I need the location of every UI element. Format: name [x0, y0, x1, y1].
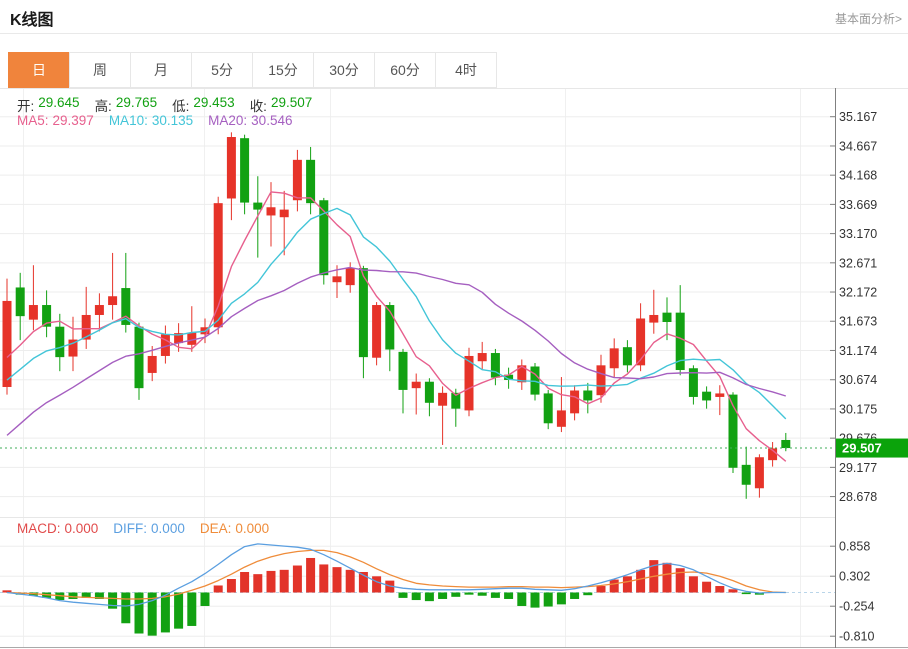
svg-text:31.673: 31.673: [839, 315, 877, 329]
ma20-legend: MA20:30.546: [208, 113, 292, 128]
ohlc-open: 开:29.645: [17, 95, 80, 115]
svg-text:0.302: 0.302: [839, 570, 870, 584]
tab-weekly[interactable]: 周: [69, 52, 131, 88]
tab-4hour[interactable]: 4时: [435, 52, 497, 88]
page-title: K线图: [10, 6, 54, 30]
svg-text:32.172: 32.172: [839, 286, 877, 300]
ohlc-low: 低:29.453: [172, 95, 235, 115]
svg-text:28.678: 28.678: [839, 490, 877, 504]
svg-text:34.168: 34.168: [839, 169, 877, 183]
fundamental-analysis-link[interactable]: 基本面分析>: [835, 10, 902, 27]
svg-text:0.858: 0.858: [839, 540, 870, 554]
svg-text:29.507: 29.507: [842, 441, 882, 456]
ma5-legend: MA5:29.397: [17, 113, 94, 128]
svg-text:29.177: 29.177: [839, 461, 877, 475]
svg-text:31.174: 31.174: [839, 344, 877, 358]
svg-text:32.671: 32.671: [839, 256, 877, 270]
diff-value: DIFF:0.000: [113, 521, 185, 536]
svg-text:33.669: 33.669: [839, 198, 877, 212]
tab-monthly[interactable]: 月: [130, 52, 192, 88]
interval-tabs: 日 周 月 5分 15分 30分 60分 4时: [8, 52, 497, 88]
svg-text:-0.810: -0.810: [839, 630, 874, 644]
tab-5min[interactable]: 5分: [191, 52, 253, 88]
svg-text:35.167: 35.167: [839, 110, 877, 124]
macd-legend: MACD:0.000 DIFF:0.000 DEA:0.000: [17, 521, 269, 536]
dea-value: DEA:0.000: [200, 521, 269, 536]
svg-text:-0.254: -0.254: [839, 600, 874, 614]
svg-text:33.170: 33.170: [839, 227, 877, 241]
header-divider: [0, 33, 908, 34]
ohlc-legend: 开:29.645 高:29.765 低:29.453 收:29.507: [17, 95, 312, 115]
macd-value: MACD:0.000: [17, 521, 98, 536]
tab-daily[interactable]: 日: [8, 52, 70, 88]
svg-text:30.175: 30.175: [839, 402, 877, 416]
tab-15min[interactable]: 15分: [252, 52, 314, 88]
tab-30min[interactable]: 30分: [313, 52, 375, 88]
ohlc-close: 收:29.507: [250, 95, 313, 115]
svg-text:34.667: 34.667: [839, 139, 877, 153]
tab-60min[interactable]: 60分: [374, 52, 436, 88]
ma10-legend: MA10:30.135: [109, 113, 193, 128]
ohlc-high: 高:29.765: [95, 95, 158, 115]
svg-text:30.674: 30.674: [839, 373, 877, 387]
ma-legend: MA5:29.397 MA10:30.135 MA20:30.546: [17, 113, 292, 128]
